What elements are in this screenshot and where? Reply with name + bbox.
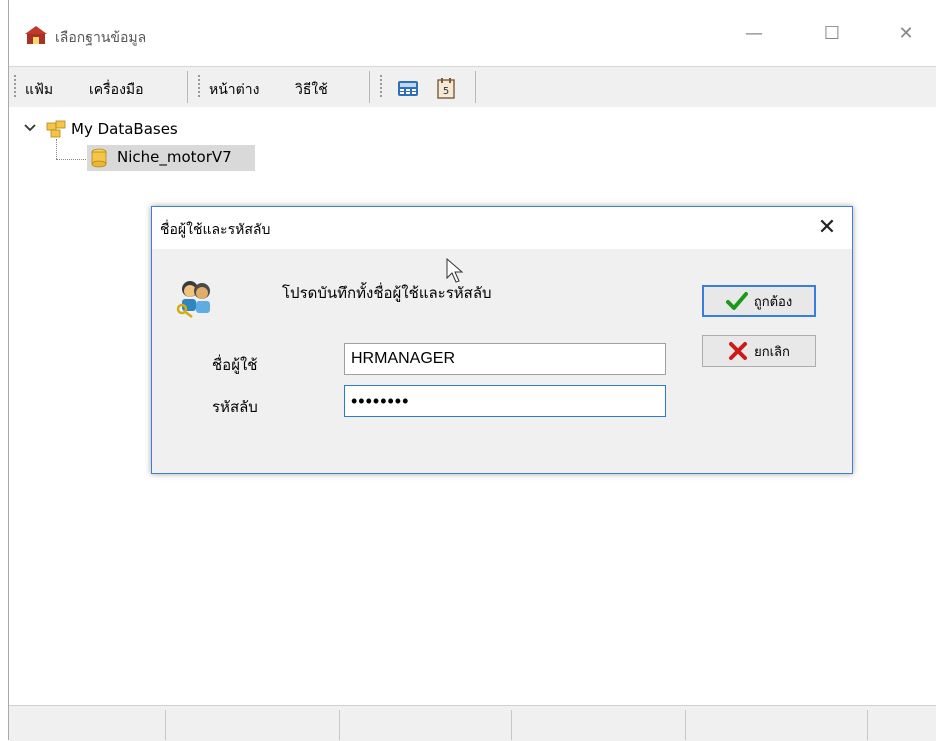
title-bar: เลือกฐานข้อมูล — ☐ ✕ — [9, 0, 936, 62]
calendar-icon[interactable]: 5 — [435, 77, 457, 99]
tree-connector — [56, 159, 86, 160]
status-divider — [867, 710, 868, 740]
menu-window[interactable]: หน้าต่าง — [209, 79, 259, 101]
menu-help[interactable]: วิธีใช้ — [295, 79, 328, 101]
dialog-title-bar: ชื่อผู้ใช้และรหัสลับ ✕ — [152, 207, 852, 249]
app-database-icon — [25, 26, 47, 44]
status-divider — [511, 710, 512, 740]
tree-item-label: Niche_motorV7 — [117, 148, 232, 166]
status-divider — [685, 710, 686, 740]
mouse-cursor-icon — [446, 258, 464, 283]
password-input[interactable] — [344, 385, 666, 417]
cancel-x-icon — [729, 342, 748, 360]
menu-file[interactable]: แฟ้ม — [25, 79, 53, 101]
dialog-close-button[interactable]: ✕ — [814, 215, 840, 241]
toolbar-grip[interactable] — [380, 75, 382, 99]
status-bar — [9, 705, 936, 741]
calculator-icon[interactable] — [397, 77, 419, 99]
dialog-title: ชื่อผู้ใช้และรหัสลับ — [160, 222, 271, 238]
tree-root-label[interactable]: My DataBases — [71, 120, 178, 138]
ok-button-label: ถูกต้อง — [753, 294, 793, 310]
menu-bar: แฟ้ม เครื่องมือ หน้าต่าง วิธีใช้ 5 — [9, 66, 936, 108]
main-window: เลือกฐานข้อมูล — ☐ ✕ แฟ้ม เครื่องมือ หน้… — [8, 0, 936, 741]
login-dialog: ชื่อผู้ใช้และรหัสลับ ✕ โปรดบันทึกทั้งชื่… — [151, 206, 853, 474]
minimize-button[interactable]: — — [731, 16, 777, 52]
chevron-down-icon[interactable] — [23, 121, 37, 135]
cancel-button[interactable]: ยกเลิก — [702, 335, 816, 367]
database-tree-panel: My DataBases Niche_motorV7 ชื่อผู้ใช้และ… — [9, 107, 936, 705]
status-divider — [339, 710, 340, 740]
menu-group-window-help: หน้าต่าง วิธีใช้ — [195, 71, 370, 103]
toolbar-icons: 5 — [377, 71, 476, 103]
menu-group-file-tools: แฟ้ม เครื่องมือ — [11, 71, 188, 103]
checkmark-icon — [725, 292, 748, 310]
tree-connector — [56, 139, 57, 159]
login-prompt: โปรดบันทึกทั้งชื่อผู้ใช้และรหัสลับ — [282, 284, 492, 302]
ok-button[interactable]: ถูกต้อง — [702, 285, 816, 317]
cancel-button-label: ยกเลิก — [754, 344, 790, 360]
password-label: รหัสลับ — [212, 398, 258, 416]
status-divider — [165, 710, 166, 740]
toolbar-grip[interactable] — [198, 75, 200, 99]
close-button[interactable]: ✕ — [883, 16, 929, 52]
users-keys-icon — [176, 281, 210, 318]
tree-item-database[interactable]: Niche_motorV7 — [87, 145, 255, 171]
toolbar-grip[interactable] — [14, 75, 16, 99]
databases-folder-icon — [46, 120, 66, 138]
username-input[interactable] — [344, 343, 666, 375]
window-title: เลือกฐานข้อมูล — [55, 30, 147, 46]
menu-tools[interactable]: เครื่องมือ — [89, 79, 144, 101]
svg-text:5: 5 — [443, 86, 449, 97]
database-icon — [91, 148, 107, 168]
maximize-button[interactable]: ☐ — [809, 16, 855, 52]
username-label: ชื่อผู้ใช้ — [212, 356, 258, 374]
